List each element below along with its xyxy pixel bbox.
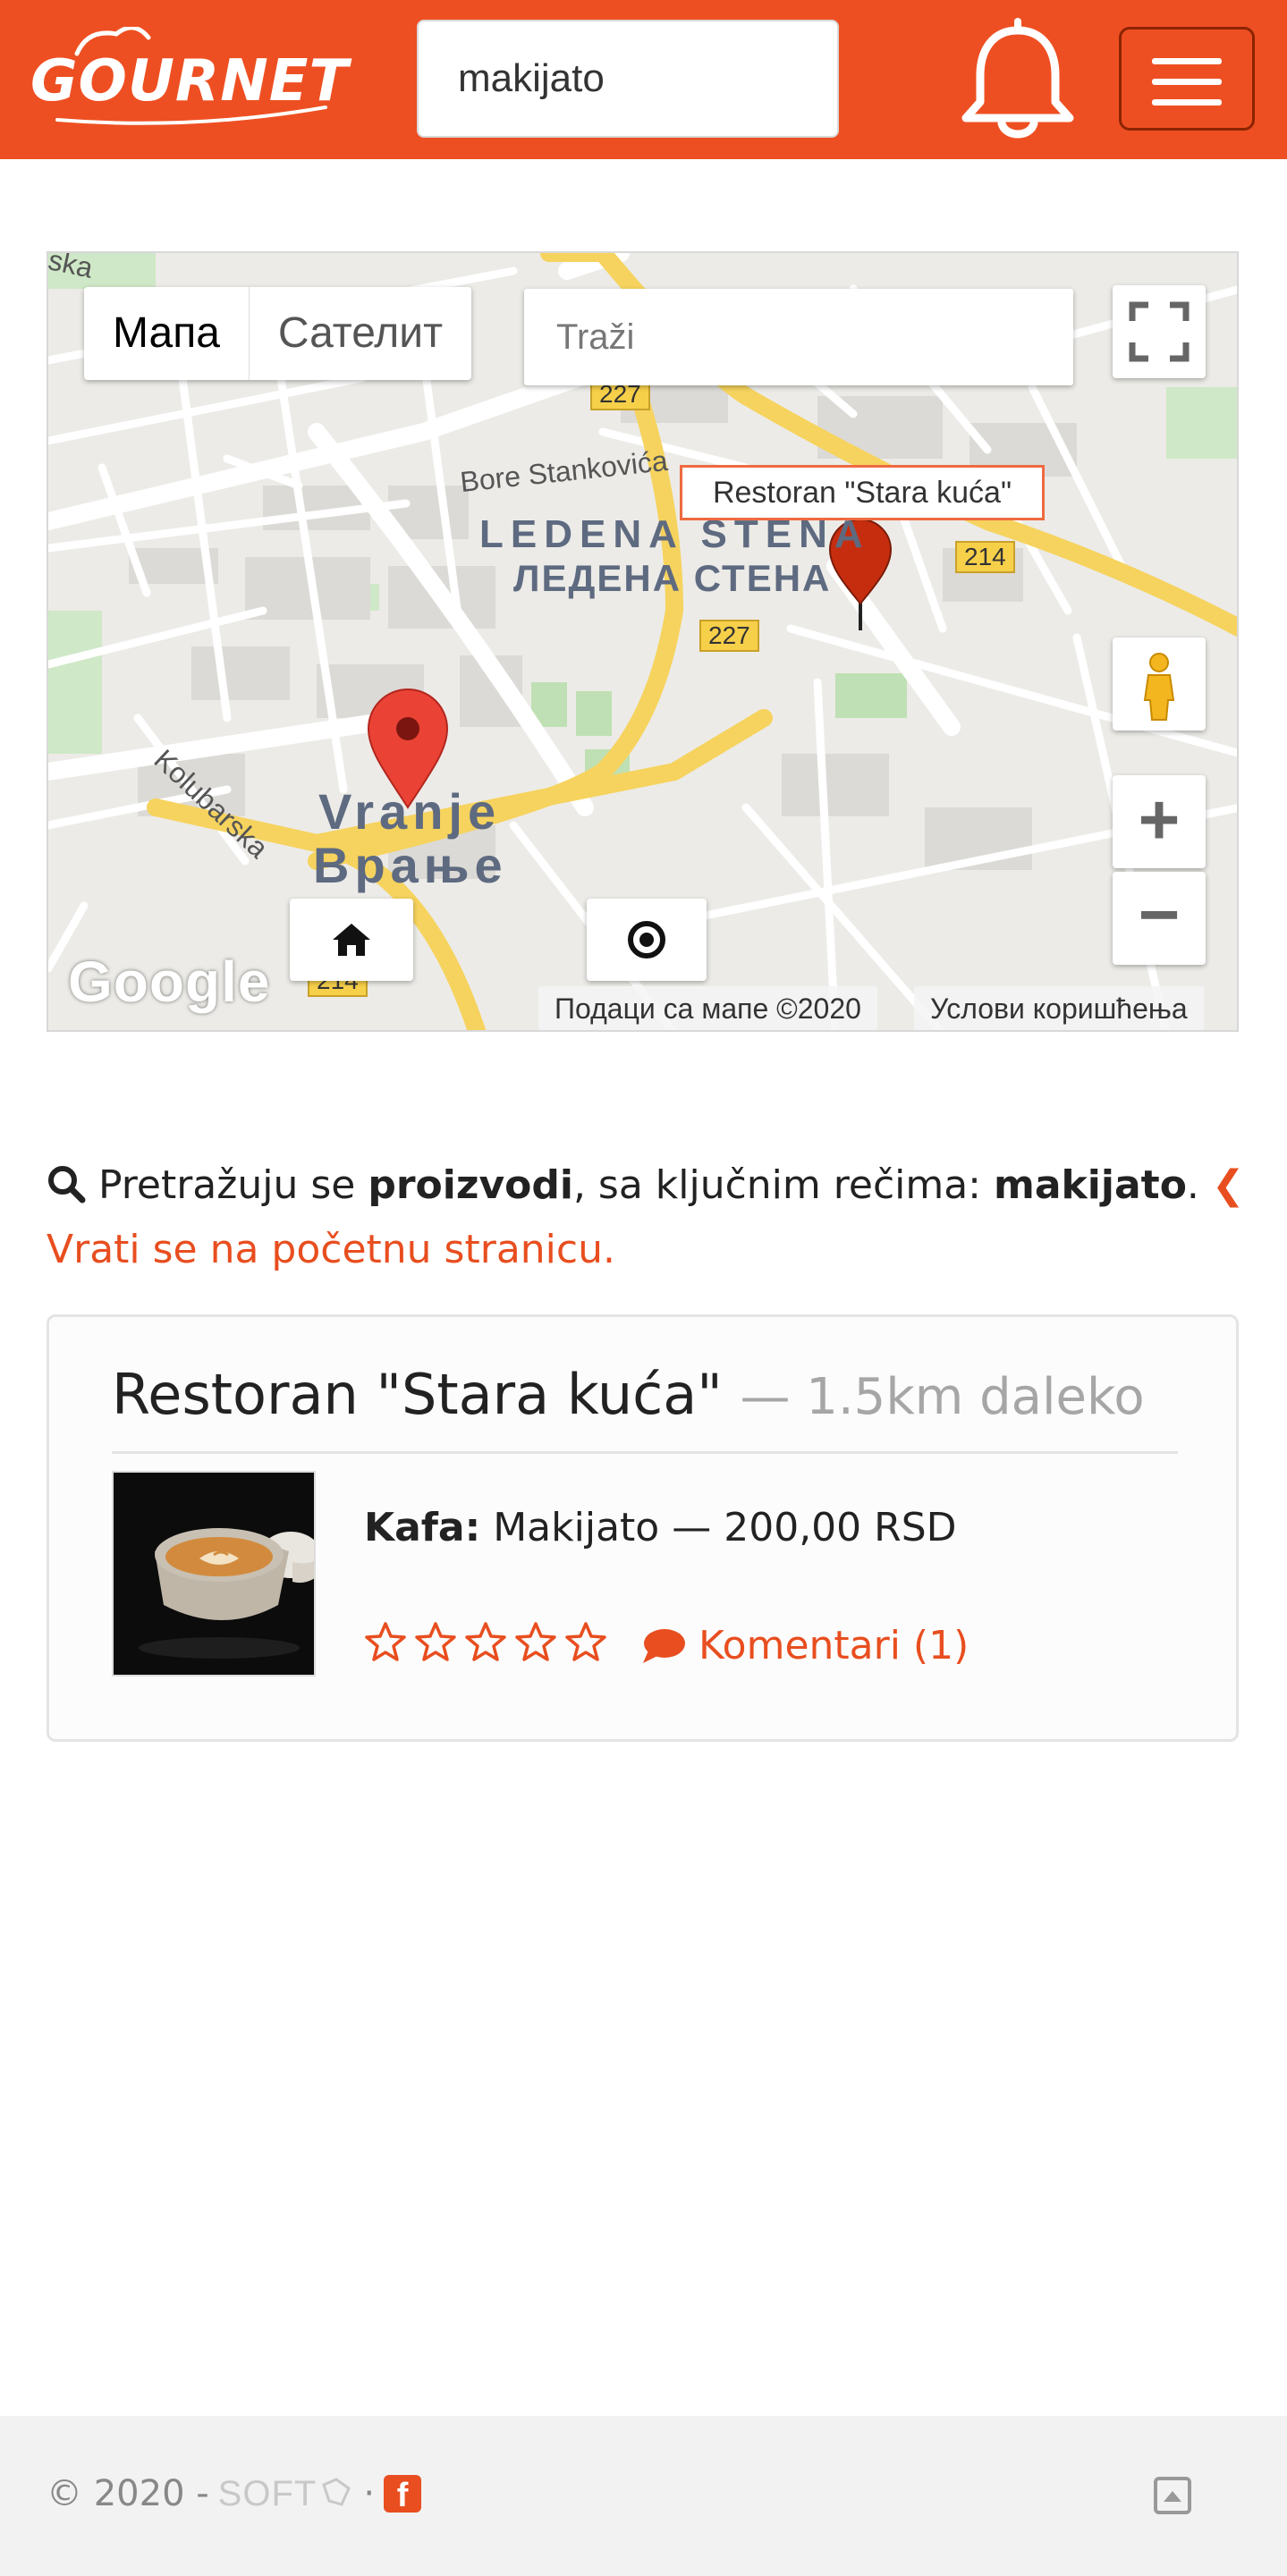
search-icon: [48, 1166, 86, 1204]
footer: © 2020 - SOFT · f: [0, 2416, 1287, 2576]
menu-bar-icon: [1152, 79, 1222, 85]
summary-middle: , sa ključnim rečima:: [572, 1162, 994, 1208]
product-image[interactable]: [112, 1471, 316, 1677]
menu-bar-icon: [1152, 58, 1222, 64]
map-terms-link[interactable]: Услови коришћења: [914, 986, 1204, 1030]
rating-stars[interactable]: [364, 1621, 607, 1662]
summary-prefix: Pretražuju se: [98, 1162, 368, 1208]
google-logo: Google: [68, 950, 271, 1014]
map-road-shield-214: 214: [955, 541, 1015, 573]
map-type-satellite-button[interactable]: Сателит: [250, 287, 471, 380]
product-price: — 200,00 RSD: [672, 1505, 957, 1550]
star-outline-icon[interactable]: [514, 1621, 557, 1662]
soft-logo-mark-icon: [322, 2478, 351, 2506]
card-divider: [112, 1451, 1178, 1454]
summary-category: proizvodi: [368, 1162, 573, 1208]
street-view-pegman-button[interactable]: [1113, 638, 1206, 731]
logo-text: GOURNET: [30, 48, 350, 114]
top-navbar: GOURNET makijato: [0, 0, 1287, 159]
coffee-cup-image: [114, 1473, 314, 1675]
scroll-to-top-button[interactable]: [1154, 2477, 1191, 2514]
gournet-logo[interactable]: GOURNET: [30, 27, 350, 132]
comments-link[interactable]: Komentari (1): [641, 1623, 969, 1668]
star-outline-icon[interactable]: [364, 1621, 407, 1662]
zoom-out-button[interactable]: −: [1113, 872, 1206, 965]
star-outline-icon[interactable]: [564, 1621, 607, 1662]
fullscreen-icon: [1129, 301, 1190, 362]
star-outline-icon[interactable]: [414, 1621, 457, 1662]
map-label-city-cyrillic: Врање: [313, 837, 508, 893]
notification-bell-icon[interactable]: [955, 13, 1080, 147]
result-title: Restoran "Stara kuća" — 1.5km daleko: [112, 1362, 1145, 1427]
star-outline-icon[interactable]: [464, 1621, 507, 1662]
google-map[interactable]: LEDENA STENA ЛЕДЕНА СТЕНА Vranje Врање B…: [47, 251, 1239, 1032]
hamburger-menu-button[interactable]: [1119, 27, 1255, 131]
map-home-button[interactable]: [290, 899, 413, 981]
product-category: Kafa:: [364, 1505, 481, 1550]
pegman-icon: [1143, 653, 1175, 721]
map-marker-info-label[interactable]: Restoran "Stara kuća": [680, 465, 1045, 520]
map-search-input[interactable]: Traži: [524, 289, 1073, 385]
soft-logo[interactable]: SOFT: [218, 2474, 318, 2514]
menu-bar-icon: [1152, 99, 1222, 106]
product-line: Kafa: Makijato — 200,00 RSD: [364, 1505, 957, 1550]
map-label-district-cyrillic: ЛЕДЕНА СТЕНА: [513, 557, 832, 599]
map-data-attribution: Подаци са мапе ©2020: [538, 986, 877, 1030]
location-target-icon: [628, 921, 665, 959]
header-search-input[interactable]: makijato: [417, 20, 839, 138]
footer-copyright: © 2020 - SOFT · f: [47, 2473, 422, 2514]
copyright-text: © 2020 -: [47, 2473, 209, 2514]
comments-label: Komentari (1): [699, 1623, 969, 1668]
summary-period: .: [1186, 1162, 1199, 1208]
search-summary: Pretražuju se proizvodi, sa ključnim reč…: [47, 1153, 1245, 1282]
restaurant-name-link[interactable]: Restoran "Stara kuća": [112, 1362, 723, 1427]
chevron-left-icon[interactable]: ❮: [1212, 1162, 1245, 1208]
product-name: Makijato: [493, 1505, 660, 1550]
comment-icon: [643, 1628, 685, 1663]
my-location-button[interactable]: [587, 899, 707, 981]
restaurant-distance: — 1.5km daleko: [740, 1368, 1145, 1426]
footer-separator: ·: [363, 2473, 376, 2514]
map-type-map-button[interactable]: Мапа: [84, 287, 250, 380]
map-type-control: Мапа Сателит: [84, 287, 472, 380]
caret-up-icon: [1164, 2491, 1181, 2502]
back-to-home-link[interactable]: Vrati se na početnu stranicu.: [47, 1227, 615, 1272]
summary-keyword: makijato: [994, 1162, 1187, 1208]
home-icon: [333, 924, 370, 956]
zoom-in-button[interactable]: +: [1113, 775, 1206, 868]
facebook-icon[interactable]: f: [384, 2475, 422, 2514]
map-label-city-latin: Vranje: [318, 783, 502, 840]
fullscreen-button[interactable]: [1113, 285, 1206, 378]
result-card: Restoran "Stara kuća" — 1.5km daleko Kaf…: [47, 1314, 1239, 1742]
map-road-shield-227: 227: [699, 620, 759, 652]
